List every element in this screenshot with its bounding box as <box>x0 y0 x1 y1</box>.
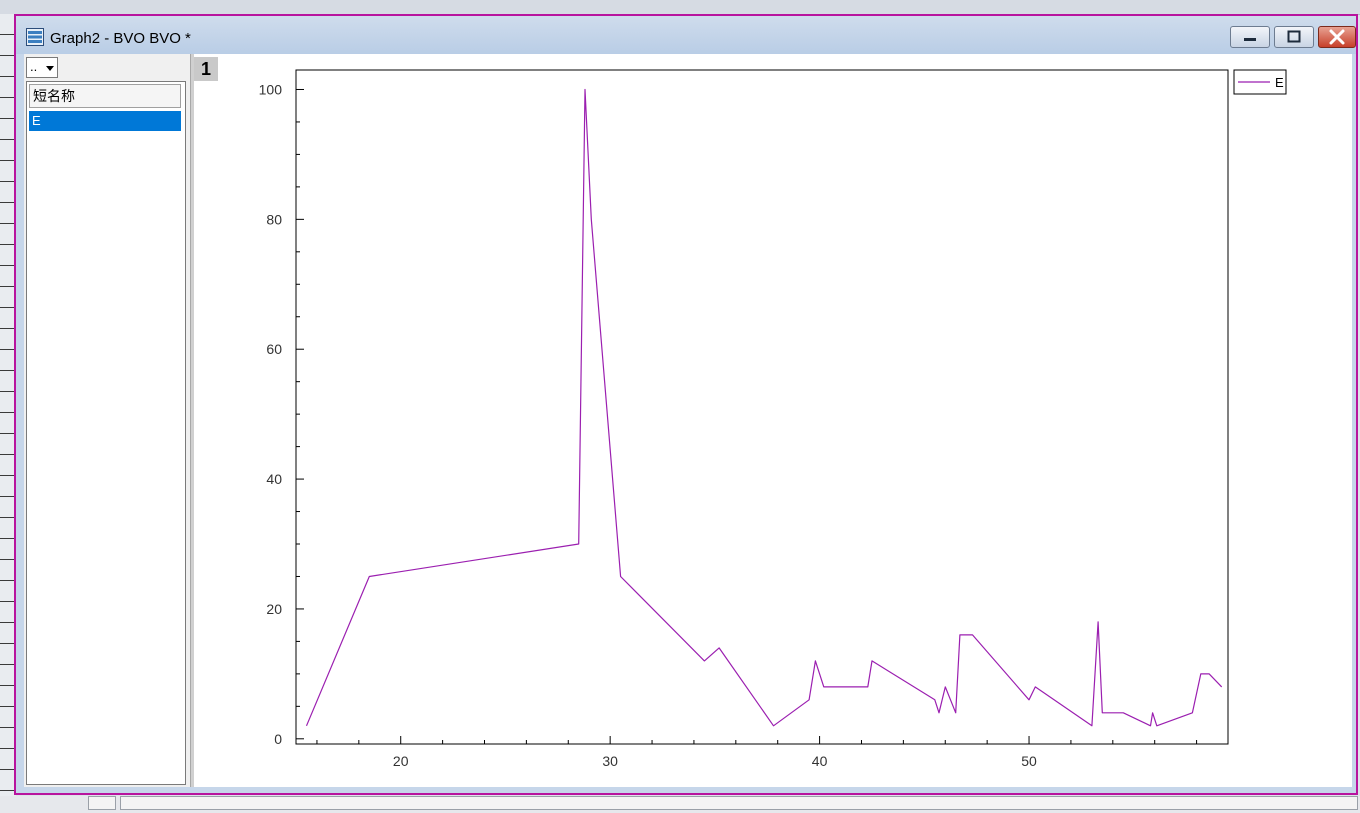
background-grid-line <box>0 34 14 35</box>
plot-frame <box>295 69 1229 745</box>
background-grid-line <box>0 496 14 497</box>
graph-window[interactable]: Graph2 - BVO BVO * .. 短名称 E 20 30 40 50 0 <box>14 14 1358 795</box>
background-grid-line <box>0 517 14 518</box>
background-grid-line <box>0 580 14 581</box>
background-grid-line <box>0 412 14 413</box>
maximize-icon <box>1287 30 1301 43</box>
column-header-short-name[interactable]: 短名称 <box>29 84 181 108</box>
background-grid-line <box>0 475 14 476</box>
background-grid-line <box>0 727 14 728</box>
background-grid-line <box>0 433 14 434</box>
background-grid-line <box>0 265 14 266</box>
background-grid-line <box>0 790 14 791</box>
background-grid-line <box>0 601 14 602</box>
close-button[interactable] <box>1318 26 1356 48</box>
background-grid-line <box>0 307 14 308</box>
background-grid-line <box>0 622 14 623</box>
x-tick-label: 30 <box>602 753 618 769</box>
close-icon <box>1329 29 1345 45</box>
y-tick-label: 80 <box>266 211 282 227</box>
background-grid-line <box>0 76 14 77</box>
background-grid-line <box>0 391 14 392</box>
background-grid-line <box>0 97 14 98</box>
chevron-down-icon <box>46 66 54 71</box>
x-tick-label: 40 <box>812 753 828 769</box>
graph-window-icon <box>26 28 44 46</box>
background-grid-line <box>0 538 14 539</box>
y-tick-label: 0 <box>274 731 282 747</box>
maximize-button[interactable] <box>1274 26 1314 48</box>
background-grid-line <box>0 286 14 287</box>
series-line-E[interactable] <box>305 88 1223 727</box>
background-grid-line <box>0 328 14 329</box>
background-grid-line <box>0 181 14 182</box>
layer-badge[interactable]: 1 <box>194 57 218 81</box>
y-tick-label: 20 <box>266 601 282 617</box>
list-item[interactable]: E <box>29 111 181 131</box>
background-grid-line <box>0 643 14 644</box>
background-cell <box>120 796 1358 810</box>
background-window-strip <box>0 0 1360 15</box>
layer-dropdown[interactable]: .. <box>26 57 58 78</box>
layer-dropdown-value: .. <box>30 59 38 74</box>
line-chart[interactable]: 20 30 40 50 0 20 40 60 80 100 E <box>194 54 1352 787</box>
background-grid-line <box>0 349 14 350</box>
background-grid-line <box>0 223 14 224</box>
background-grid-line <box>0 55 14 56</box>
background-grid-line <box>0 370 14 371</box>
x-tick-label: 20 <box>393 753 409 769</box>
background-grid-line <box>0 244 14 245</box>
y-tick-label: 100 <box>259 81 283 97</box>
y-tick-label: 60 <box>266 341 282 357</box>
title-bar[interactable]: Graph2 - BVO BVO * <box>16 16 1356 54</box>
minimize-button[interactable] <box>1230 26 1270 48</box>
background-grid-line <box>0 748 14 749</box>
background-grid-line <box>0 139 14 140</box>
background-grid-line <box>0 118 14 119</box>
object-manager-panel: .. 短名称 E <box>24 54 194 787</box>
y-tick-label: 40 <box>266 471 282 487</box>
background-grid-line <box>0 685 14 686</box>
plot-list[interactable]: 短名称 E <box>26 81 186 785</box>
background-status-strip <box>0 796 1360 813</box>
legend-label: E <box>1275 75 1284 90</box>
x-tick-label: 50 <box>1021 753 1037 769</box>
background-grid-line <box>0 769 14 770</box>
background-grid-line <box>0 454 14 455</box>
window-title: Graph2 - BVO BVO * <box>50 30 191 47</box>
background-grid-line <box>0 202 14 203</box>
graph-page[interactable]: 20 30 40 50 0 20 40 60 80 100 E 1 <box>194 54 1352 787</box>
background-grid-line <box>0 706 14 707</box>
background-cell <box>88 796 116 810</box>
background-grid-line <box>0 559 14 560</box>
background-grid-line <box>0 664 14 665</box>
background-grid-line <box>0 160 14 161</box>
minimize-icon <box>1244 38 1256 41</box>
graph-client-area: .. 短名称 E 20 30 40 50 0 20 40 60 80 100 E 1 <box>24 54 1352 787</box>
